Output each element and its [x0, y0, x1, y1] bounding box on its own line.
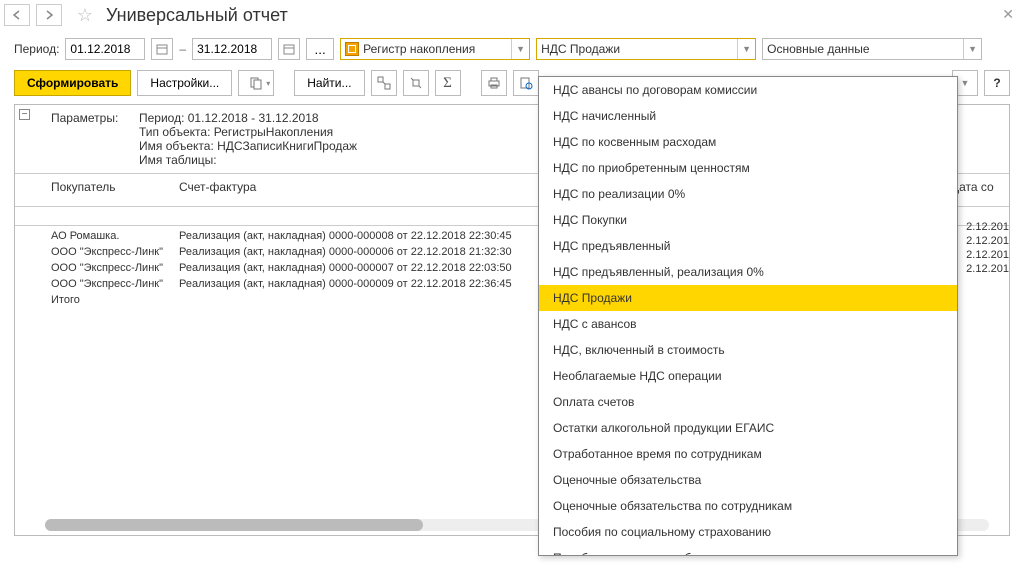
settings-button[interactable]: Настройки... [137, 70, 232, 96]
register-type-combo[interactable]: Регистр накопления ▼ [340, 38, 530, 60]
params-tablename: Имя таблицы: [139, 153, 217, 167]
favorite-icon[interactable]: ☆ [74, 4, 96, 26]
dropdown-item[interactable]: Пособия по социальному страхованию [539, 519, 957, 545]
page-title: Универсальный отчет [106, 5, 288, 26]
close-button[interactable]: ✕ [1002, 6, 1014, 23]
period-dialog-button[interactable]: ... [306, 38, 334, 60]
dropdown-item[interactable]: НДС начисленный [539, 103, 957, 129]
period-label: Период: [14, 42, 59, 56]
date-separator: – [179, 42, 186, 56]
dropdown-item[interactable]: Оценочные обязательства по сотрудникам [539, 493, 957, 519]
help-button[interactable]: ? [984, 70, 1010, 96]
register-name-combo[interactable]: НДС Продажи ▼ [536, 38, 756, 60]
dropdown-item[interactable]: Отработанное время по сотрудникам [539, 441, 957, 467]
collapse-all-button[interactable] [403, 70, 429, 96]
sum-button[interactable]: Σ [435, 70, 461, 96]
dropdown-item[interactable]: НДС авансы по договорам комиссии [539, 77, 957, 103]
cell-date: 2.12.201 [966, 234, 1009, 248]
col-buyer-header: Покупатель [51, 180, 179, 194]
copy-split-button[interactable] [238, 70, 274, 96]
cell-buyer: АО Ромашка. [51, 228, 179, 244]
params-period: Период: 01.12.2018 - 31.12.2018 [139, 111, 319, 125]
dropdown-item[interactable]: НДС предъявленный [539, 233, 957, 259]
cell-buyer: ООО "Экспресс-Линк" [51, 244, 179, 260]
table-name-combo[interactable]: Основные данные ▼ [762, 38, 982, 60]
generate-button[interactable]: Сформировать [14, 70, 131, 96]
find-button[interactable]: Найти... [294, 70, 364, 96]
register-dropdown[interactable]: НДС авансы по договорам комиссииНДС начи… [538, 76, 958, 556]
dropdown-item[interactable]: НДС с авансов [539, 311, 957, 337]
cell-date: 2.12.201 [966, 248, 1009, 262]
date-from-input[interactable] [65, 38, 145, 60]
table-name-text: Основные данные [767, 42, 963, 56]
dropdown-item[interactable]: НДС по косвенным расходам [539, 129, 957, 155]
expand-all-button[interactable] [371, 70, 397, 96]
dropdown-item[interactable]: Необлагаемые НДС операции [539, 363, 957, 389]
calendar-from-button[interactable] [151, 38, 173, 60]
col-date-header: Дата со [951, 180, 1005, 194]
print-button[interactable] [481, 70, 507, 96]
cell-buyer: ООО "Экспресс-Линк" [51, 260, 179, 276]
dropdown-item[interactable]: Остатки алкогольной продукции ЕГАИС [539, 415, 957, 441]
params-objname: Имя объекта: НДСЗаписиКнигиПродаж [139, 139, 357, 153]
calendar-to-button[interactable] [278, 38, 300, 60]
params-label: Параметры: [51, 111, 139, 125]
params-objtype: Тип объекта: РегистрыНакопления [139, 125, 333, 139]
register-name-text: НДС Продажи [541, 42, 737, 56]
dropdown-item[interactable]: НДС Покупки [539, 207, 957, 233]
register-icon [345, 42, 359, 56]
dropdown-item[interactable]: НДС по реализации 0% [539, 181, 957, 207]
dropdown-item[interactable]: Оценочные обязательства [539, 467, 957, 493]
dropdown-item[interactable]: НДС, включенный в стоимость [539, 337, 957, 363]
collapse-toggle[interactable]: − [19, 109, 30, 120]
register-type-text: Регистр накопления [363, 42, 511, 56]
dropdown-item[interactable]: НДС предъявленный, реализация 0% [539, 259, 957, 285]
dropdown-item[interactable]: НДС Продажи [539, 285, 957, 311]
dropdown-item[interactable]: Пособия по уходу за ребенком [539, 545, 957, 556]
cell-date: 2.12.201 [966, 220, 1009, 234]
cell-date: 2.12.201 [966, 262, 1009, 276]
forward-button[interactable] [36, 4, 62, 26]
cell-buyer: ООО "Экспресс-Линк" [51, 276, 179, 292]
dropdown-item[interactable]: Оплата счетов [539, 389, 957, 415]
total-label: Итого [51, 292, 179, 308]
dropdown-item[interactable]: НДС по приобретенным ценностям [539, 155, 957, 181]
chevron-down-icon[interactable]: ▼ [963, 39, 981, 59]
back-button[interactable] [4, 4, 30, 26]
preview-button[interactable] [513, 70, 539, 96]
date-to-input[interactable] [192, 38, 272, 60]
chevron-down-icon[interactable]: ▼ [737, 39, 755, 59]
chevron-down-icon[interactable]: ▼ [511, 39, 529, 59]
